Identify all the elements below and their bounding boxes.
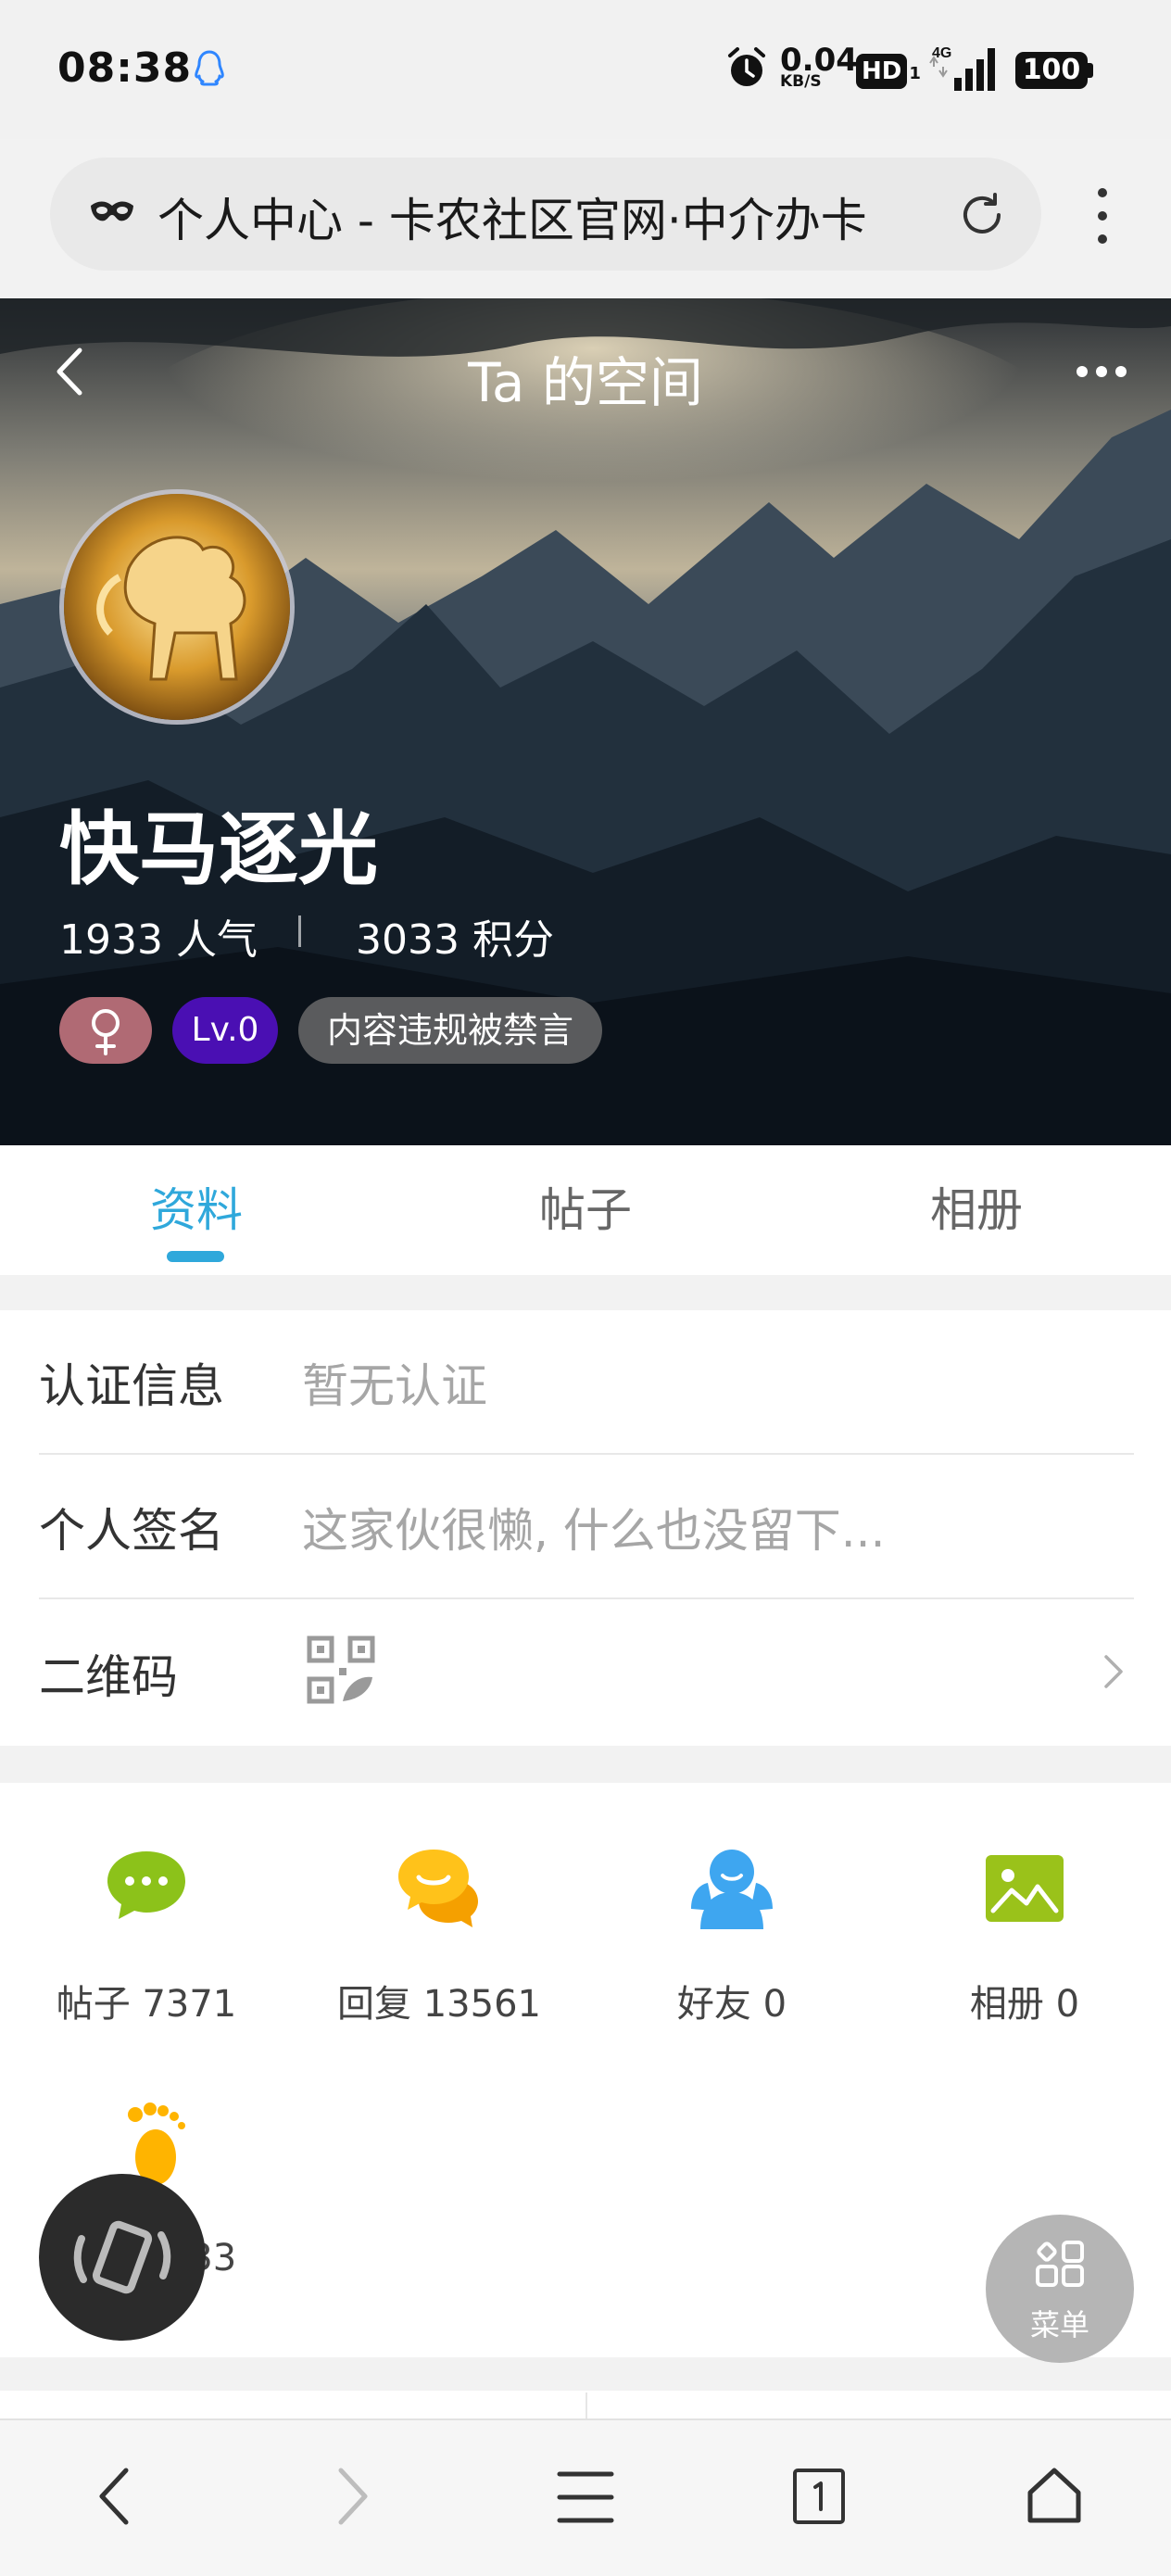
username: 快马逐光 [59,803,378,896]
popularity-stat: 1933 人气 [59,916,258,964]
ban-status-badge: 内容违规被禁言 [298,997,602,1064]
gender-badge [59,997,152,1064]
active-tab-indicator [167,1251,224,1262]
tab-profile[interactable]: 资料 [57,1173,335,1240]
nav-home-icon[interactable] [1025,2465,1084,2526]
address-text[interactable]: 个人中心 - 卡农社区官网·中介办卡 [157,183,917,250]
tab-album[interactable]: 相册 [837,1173,1115,1240]
level-badge: Lv.0 [172,997,278,1064]
avatar[interactable] [59,489,295,725]
stat-friends[interactable]: 好友 0 [586,1844,878,2029]
rotate-icon [73,2220,171,2294]
stat-separator [298,915,301,947]
battery-tip [1088,63,1093,78]
divider [586,2393,587,2418]
reply-bubbles-icon [398,1850,478,1927]
female-icon [92,1009,120,1055]
stat-album[interactable]: 相册 0 [878,1844,1171,2029]
qrcode-icon[interactable] [306,1635,376,1705]
divider [39,1597,1134,1599]
incognito-mask-icon [91,201,133,221]
net-speed: 0.04 KB/S [780,42,858,91]
more-icon[interactable] [1073,361,1130,382]
grid-menu-icon [1036,2241,1084,2287]
nav-tabs-icon[interactable] [791,2467,847,2526]
cert-label: 认证信息 [39,1359,224,1413]
browser-bottom-nav [0,2418,1171,2576]
signature-label: 个人签名 [39,1504,224,1558]
browser-menu-icon[interactable] [1091,183,1114,248]
friends-icon [691,1850,773,1929]
rotate-screen-button[interactable] [39,2174,206,2341]
signature-value: 这家伙很懒, 什么也没留下... [302,1504,886,1558]
battery-indicator: 100 [1015,52,1088,89]
score-stat: 3033 积分 [356,916,554,964]
stat-replies[interactable]: 回复 13561 [293,1844,586,2029]
hd-icon: HD 1 [856,54,921,89]
alarm-icon [728,47,765,86]
page-title: Ta 的空间 [468,351,703,414]
qq-icon [195,50,224,86]
golden-horse-image [64,494,290,720]
nav-menu-icon[interactable] [556,2469,615,2526]
chevron-right-icon[interactable] [1102,1653,1125,1690]
reload-icon[interactable] [956,189,1008,241]
tab-posts[interactable]: 帖子 [447,1173,724,1240]
floating-menu-label[interactable]: 菜单 [986,2302,1134,2344]
nav-back-icon[interactable] [93,2465,137,2528]
cert-value: 暂无认证 [302,1359,487,1413]
divider [39,1453,1134,1455]
chat-bubble-icon [107,1851,185,1919]
signal-icon: 4G [929,45,995,91]
status-time: 08:38 [57,44,193,92]
back-icon[interactable] [48,345,91,398]
nav-forward-icon[interactable] [330,2465,374,2528]
album-icon [986,1855,1064,1922]
qrcode-label[interactable]: 二维码 [39,1640,178,1707]
stat-posts[interactable]: 帖子 7371 [0,1844,293,2029]
